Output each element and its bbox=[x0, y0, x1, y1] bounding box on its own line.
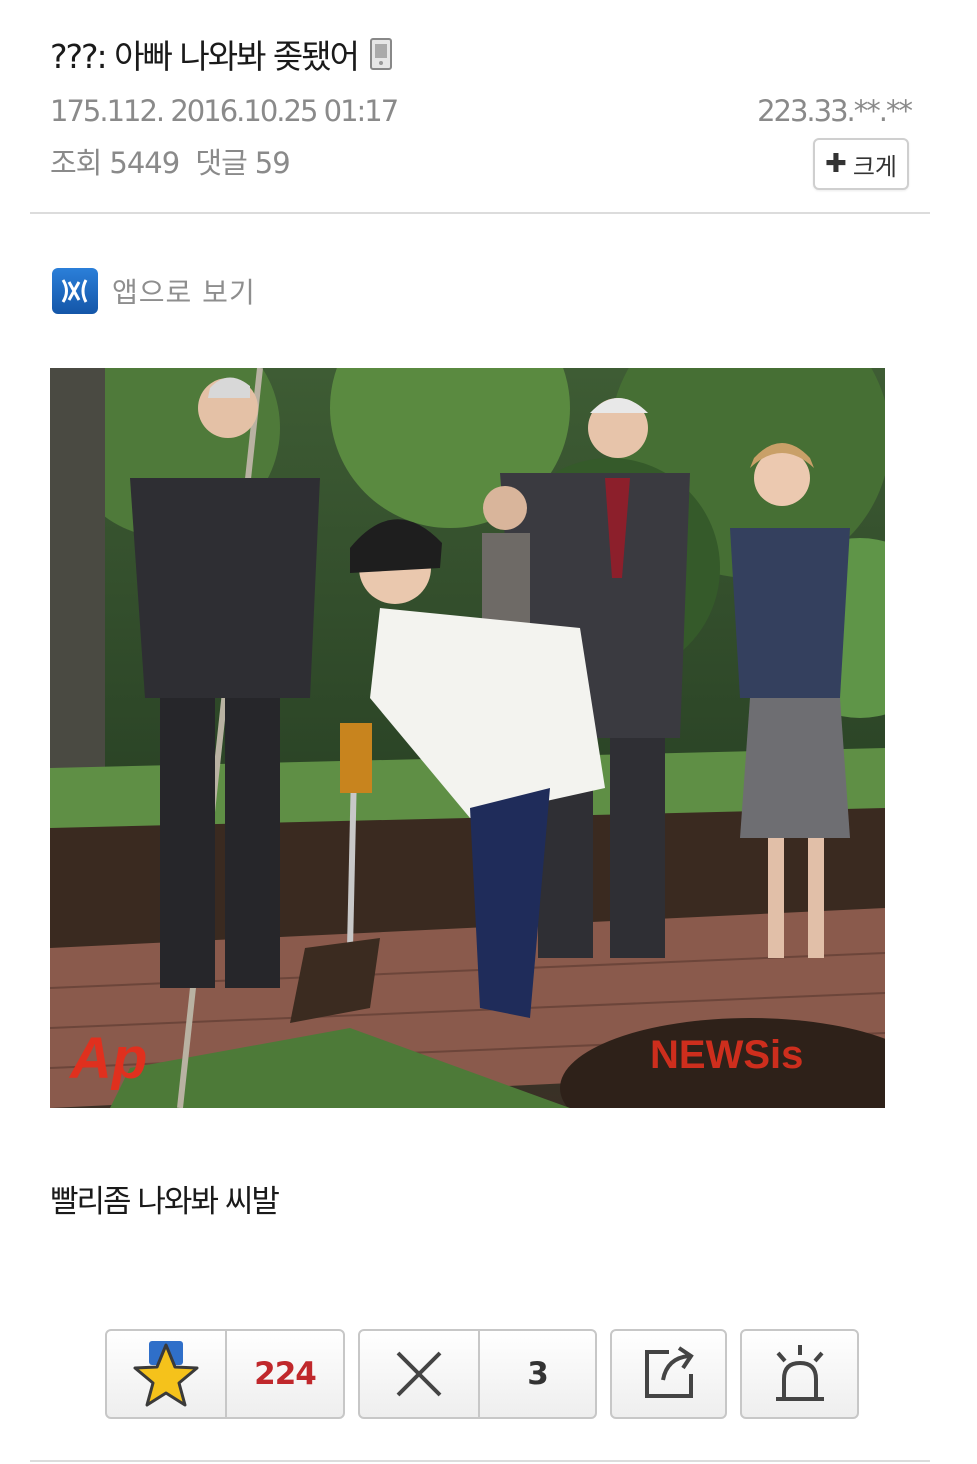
star-icon bbox=[133, 1341, 199, 1407]
post-stats: 조회 5449 댓글 59 bbox=[50, 140, 298, 182]
oppose-count-cell: 3 bbox=[478, 1331, 595, 1417]
post-photo: Ap NEWSis bbox=[50, 368, 885, 1108]
siren-icon bbox=[775, 1345, 824, 1401]
mobile-icon bbox=[370, 38, 393, 70]
app-logo-icon bbox=[52, 268, 98, 314]
views-count: 5449 bbox=[109, 146, 180, 180]
header-divider bbox=[30, 212, 930, 214]
close-x-icon bbox=[396, 1351, 442, 1397]
comments-label: 댓글 bbox=[195, 146, 247, 180]
author-ip: 175.112. bbox=[50, 94, 165, 128]
report-button[interactable] bbox=[742, 1331, 857, 1417]
oppose-button[interactable] bbox=[360, 1331, 478, 1417]
footer-divider bbox=[30, 1460, 930, 1462]
recommend-group: 224 bbox=[105, 1329, 345, 1419]
share-button[interactable] bbox=[612, 1331, 725, 1417]
newsis-watermark: NEWSis bbox=[650, 1033, 803, 1077]
recommend-count: 224 bbox=[254, 1356, 317, 1392]
recommend-button[interactable] bbox=[107, 1331, 225, 1417]
plus-icon: ✚ bbox=[825, 149, 847, 179]
enlarge-text-button[interactable]: ✚ 크게 bbox=[813, 138, 909, 190]
views-label: 조회 bbox=[50, 146, 102, 180]
share-icon bbox=[644, 1346, 694, 1398]
share-group bbox=[610, 1329, 727, 1419]
recommend-count-cell: 224 bbox=[225, 1331, 343, 1417]
oppose-group: 3 bbox=[358, 1329, 597, 1419]
enlarge-label: 크게 bbox=[852, 152, 897, 181]
report-group bbox=[740, 1329, 859, 1419]
oppose-count: 3 bbox=[527, 1356, 549, 1392]
open-in-app-link[interactable]: 앱으로 보기 bbox=[52, 268, 256, 314]
comments-count: 59 bbox=[254, 146, 291, 180]
post-datetime: 2016.10.25 01:17 bbox=[170, 94, 399, 128]
post-title: ???: 아빠 나와봐 좆됐어 bbox=[50, 37, 360, 76]
open-in-app-label: 앱으로 보기 bbox=[112, 276, 256, 309]
post-header: ???: 아빠 나와봐 좆됐어 bbox=[50, 30, 393, 78]
post-body-text: 빨리좀 나와봐 씨발 bbox=[50, 1184, 280, 1220]
right-ip: 223.33.**.** bbox=[757, 94, 913, 128]
ap-watermark: Ap bbox=[68, 1026, 147, 1091]
post-meta: 175.112. 2016.10.25 01:17 bbox=[50, 94, 399, 128]
